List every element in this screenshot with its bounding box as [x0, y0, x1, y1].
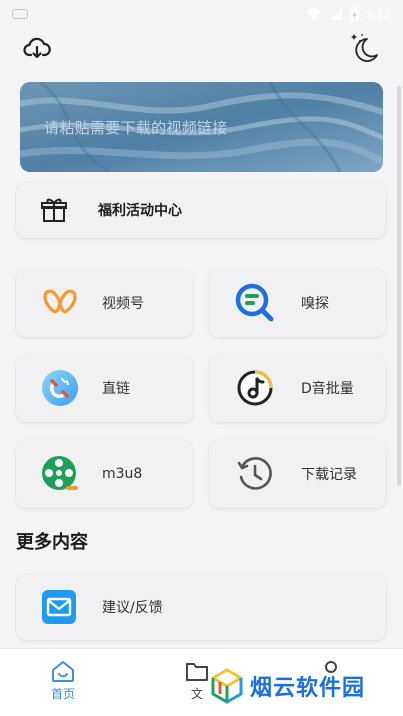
nav-files-label: 文 [190, 687, 203, 701]
tile-label: 嗅探 [301, 296, 329, 312]
watermark-text: 烟云软件园 [250, 676, 366, 701]
tile-m3u8[interactable]: m3u8 [16, 440, 193, 508]
butterfly-icon [40, 283, 80, 323]
link-input-placeholder: 请粘贴需要下载的视频链接 [44, 119, 228, 137]
home-icon [52, 661, 74, 682]
status-indicators: 3:12 [306, 6, 391, 22]
tile-label: 下载记录 [301, 467, 357, 483]
film-reel-icon [40, 454, 80, 494]
activity-center-label: 福利活动中心 [98, 203, 182, 219]
signal-icon [329, 8, 342, 20]
tile-download-history[interactable]: 下载记录 [209, 440, 386, 508]
tiktok-music-icon [235, 368, 275, 408]
mail-icon [40, 588, 78, 626]
watermark-logo: 烟云软件园 [210, 668, 365, 704]
feedback-label: 建议/反馈 [102, 600, 163, 616]
folder-icon [186, 663, 208, 681]
feedback-button[interactable]: 建议/反馈 [16, 574, 386, 640]
battery-icon [350, 6, 359, 21]
gift-icon [40, 196, 68, 224]
tile-label: 视频号 [102, 296, 144, 312]
nav-home-label: 首页 [50, 687, 75, 701]
link-input-banner[interactable]: 请粘贴需要下载的视频链接 [20, 82, 383, 172]
tile-douyin-batch[interactable]: D音批量 [209, 354, 386, 422]
tile-video-account[interactable]: 视频号 [16, 269, 193, 337]
history-clock-icon [235, 454, 275, 494]
notification-icon [12, 9, 28, 19]
cloud-download-icon [23, 37, 51, 59]
activity-center-button[interactable]: 福利活动中心 [16, 182, 386, 238]
tile-sniff[interactable]: 嗅探 [209, 269, 386, 337]
cloud-download-button[interactable] [19, 30, 55, 66]
sniff-search-icon [235, 283, 275, 323]
night-mode-button[interactable] [347, 30, 383, 66]
nav-home[interactable]: 首页 [50, 659, 76, 702]
moon-icon [351, 34, 378, 62]
tile-label: 直链 [102, 381, 130, 397]
wifi-icon [306, 8, 322, 20]
link-magnet-icon [40, 368, 80, 408]
tile-label: D音批量 [301, 381, 354, 397]
top-bar [0, 30, 403, 70]
clock: 3:12 [365, 6, 391, 22]
cube-logo-icon [211, 668, 243, 704]
section-title-more: 更多内容 [16, 532, 88, 553]
tile-label: m3u8 [102, 466, 143, 482]
nav-files[interactable]: 文 [184, 659, 210, 702]
tile-direct-link[interactable]: 直链 [16, 354, 193, 422]
status-bar: 3:12 [0, 0, 403, 28]
scrollbar[interactable] [397, 86, 401, 486]
